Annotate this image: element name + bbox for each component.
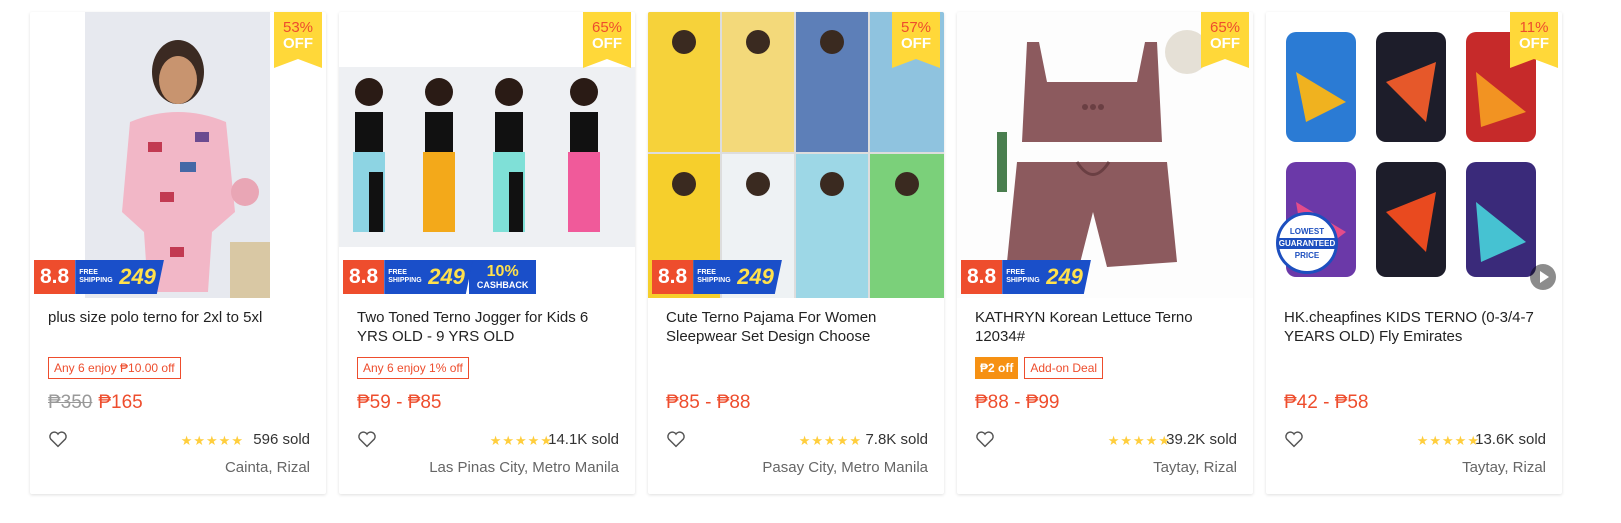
promo-88-label: 8.8 — [34, 260, 76, 294]
free-shipping-badge: FREE SHIPPING 249 — [75, 260, 164, 294]
free-shipping-text: FREE SHIPPING — [388, 269, 422, 284]
product-title[interactable]: Two Toned Terno Jogger for Kids 6 YRS OL… — [357, 308, 619, 346]
sold-count: 13.6K sold — [1475, 431, 1546, 448]
price: ₱88 - ₱99 — [975, 392, 1060, 414]
free-shipping-amount: 249 — [737, 264, 774, 289]
product-title[interactable]: HK.cheapfines KIDS TERNO (0-3/4-7 YEARS … — [1284, 308, 1546, 346]
current-price: ₱165 — [98, 392, 143, 413]
current-price: ₱42 - ₱58 — [1284, 392, 1369, 413]
product-image[interactable]: 53% OFF 8.8 FREE SHIPPING 249 — [30, 12, 326, 298]
lowest-badge-top: LOWEST — [1289, 226, 1325, 236]
product-image[interactable]: 65% OFF 8.8 FREE SHIPPING 249 10% CASHBA… — [339, 12, 635, 298]
shop-location: Cainta, Rizal — [224, 459, 310, 476]
free-shipping-text: FREE SHIPPING — [697, 269, 731, 284]
price: ₱85 - ₱88 — [666, 392, 751, 414]
promo-88-label: 8.8 — [652, 260, 694, 294]
price: ₱350 ₱165 — [48, 392, 143, 414]
heart-outline-icon[interactable] — [1284, 430, 1304, 448]
heart-outline-icon[interactable] — [48, 430, 68, 448]
original-price: ₱350 — [48, 392, 93, 413]
free-shipping-amount: 249 — [119, 264, 156, 289]
free-shipping-badge: FREE SHIPPING 249 — [384, 260, 473, 294]
discount-percent: 11% — [1519, 19, 1549, 36]
product-card[interactable]: 65% OFF 8.8 FREE SHIPPING 249 KATHRYN Ko… — [957, 12, 1253, 494]
rating-stars: ★★★★★ — [1416, 433, 1480, 448]
shop-location: Pasay City, Metro Manila — [762, 459, 928, 476]
rating-stars: ★★★★★ — [180, 433, 244, 448]
cashback-percent: 10% — [486, 263, 519, 280]
heart-outline-icon[interactable] — [975, 430, 995, 448]
free-shipping-badge: FREE SHIPPING 249 — [1002, 260, 1091, 294]
promo-banner: 8.8 FREE SHIPPING 249 — [34, 260, 164, 294]
product-title[interactable]: KATHRYN Korean Lettuce Terno 12034# — [975, 308, 1237, 346]
lowest-price-badge: LOWEST GUARANTEED PRICE — [1276, 212, 1338, 274]
free-shipping-badge: FREE SHIPPING 249 — [693, 260, 782, 294]
sold-count: 39.2K sold — [1166, 431, 1237, 448]
free-shipping-amount: 249 — [1046, 264, 1083, 289]
discount-percent: 65% — [591, 19, 623, 36]
promo-tags: Any 6 enjoy 1% off — [357, 357, 469, 379]
product-card[interactable]: LOWEST GUARANTEED PRICE 11% OFF HK.cheap… — [1266, 12, 1562, 494]
current-price: ₱88 - ₱99 — [975, 392, 1060, 413]
sold-count: 7.8K sold — [865, 431, 928, 448]
product-title[interactable]: plus size polo terno for 2xl to 5xl — [48, 308, 310, 327]
lowest-badge-bottom: PRICE — [1294, 250, 1320, 260]
promo-banner: 8.8 FREE SHIPPING 249 10% CASHBACK — [343, 260, 537, 294]
lowest-badge-mid: GUARANTEED — [1276, 237, 1338, 249]
free-shipping-text: FREE SHIPPING — [1006, 269, 1040, 284]
product-title[interactable]: Cute Terno Pajama For Women Sleepwear Se… — [666, 308, 928, 346]
product-card[interactable]: 57% OFF 8.8 FREE SHIPPING 249 Cute Terno… — [648, 12, 944, 494]
discount-percent: 53% — [282, 19, 314, 36]
price: ₱42 - ₱58 — [1284, 392, 1369, 414]
rating-stars: ★★★★★ — [1107, 433, 1171, 448]
add-on-deal-tag: Add-on Deal — [1024, 357, 1104, 379]
play-icon[interactable] — [1530, 264, 1556, 290]
shop-location: Las Pinas City, Metro Manila — [429, 459, 619, 476]
product-card[interactable]: 53% OFF 8.8 FREE SHIPPING 249 plus size … — [30, 12, 326, 494]
product-image[interactable]: 57% OFF 8.8 FREE SHIPPING 249 — [648, 12, 944, 298]
current-price: ₱85 - ₱88 — [666, 392, 751, 413]
product-image[interactable]: 65% OFF 8.8 FREE SHIPPING 249 — [957, 12, 1253, 298]
discount-off-label: OFF — [592, 35, 622, 52]
promo-tag: Any 6 enjoy 1% off — [357, 357, 469, 379]
shop-location: Taytay, Rizal — [1462, 459, 1546, 476]
promo-banner: 8.8 FREE SHIPPING 249 — [652, 260, 782, 294]
discount-percent: 65% — [1209, 19, 1241, 36]
heart-outline-icon[interactable] — [357, 430, 377, 448]
discount-off-label: OFF — [901, 35, 931, 52]
current-price: ₱59 - ₱85 — [357, 392, 442, 413]
discount-percent: 57% — [900, 19, 932, 36]
rating-stars: ★★★★★ — [489, 433, 553, 448]
free-shipping-amount: 249 — [428, 264, 465, 289]
cashback-label: CASHBACK — [476, 280, 529, 290]
promo-tags: Any 6 enjoy ₱10.00 off — [48, 357, 181, 379]
discount-off-label: OFF — [283, 35, 313, 52]
product-card[interactable]: 65% OFF 8.8 FREE SHIPPING 249 10% CASHBA… — [339, 12, 635, 494]
discount-tag: ₱2 off — [975, 357, 1019, 379]
shop-location: Taytay, Rizal — [1153, 459, 1237, 476]
sold-count: 596 sold — [253, 431, 310, 448]
free-shipping-text: FREE SHIPPING — [79, 269, 113, 284]
promo-tags: ₱2 off Add-on Deal — [975, 357, 1104, 379]
price: ₱59 - ₱85 — [357, 392, 442, 414]
discount-off-label: OFF — [1519, 35, 1549, 52]
discount-off-label: OFF — [1210, 35, 1240, 52]
product-image[interactable]: LOWEST GUARANTEED PRICE 11% OFF — [1266, 12, 1562, 298]
promo-88-label: 8.8 — [961, 260, 1003, 294]
rating-stars: ★★★★★ — [798, 433, 862, 448]
heart-outline-icon[interactable] — [666, 430, 686, 448]
promo-banner: 8.8 FREE SHIPPING 249 — [961, 260, 1091, 294]
cashback-badge: 10% CASHBACK — [468, 260, 537, 294]
promo-88-label: 8.8 — [343, 260, 385, 294]
sold-count: 14.1K sold — [548, 431, 619, 448]
promo-tag: Any 6 enjoy ₱10.00 off — [48, 357, 181, 379]
